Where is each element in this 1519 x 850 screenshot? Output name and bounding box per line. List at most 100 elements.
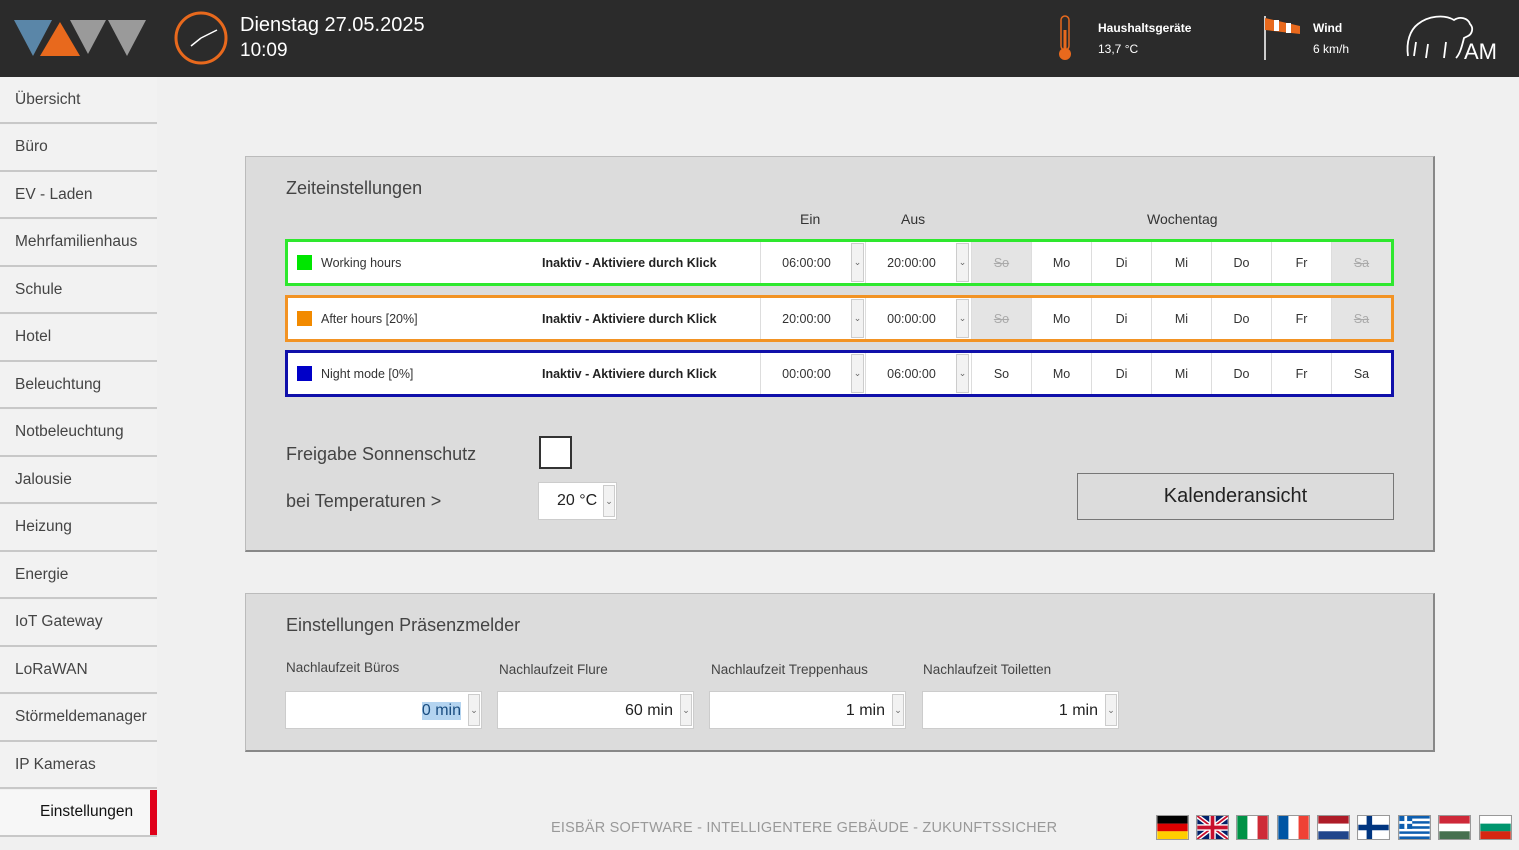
field-label-flure: Nachlaufzeit Flure xyxy=(499,662,608,677)
start-time-field[interactable]: 20:00:00 xyxy=(760,298,852,339)
color-swatch xyxy=(297,366,312,381)
column-header-wochentag: Wochentag xyxy=(1147,211,1218,227)
uk-flag-icon[interactable] xyxy=(1196,815,1229,840)
sunshade-label: Freigabe Sonnenschutz xyxy=(286,444,477,464)
day-toggle-so[interactable]: So xyxy=(971,353,1031,394)
temperature-label: bei Temperaturen > xyxy=(286,491,442,511)
sidebar-item-ev-laden[interactable]: EV - Laden xyxy=(0,172,157,219)
chevron-down-icon[interactable]: ⌄ xyxy=(468,694,480,726)
temperature-select[interactable]: 20 °C ⌄ xyxy=(538,482,617,520)
delay-select-toiletten[interactable]: 1 min ⌄ xyxy=(922,691,1119,729)
chevron-down-icon[interactable]: ⌄ xyxy=(851,299,864,338)
field-value: 60 min xyxy=(624,702,673,719)
day-toggle-mi[interactable]: Mi xyxy=(1151,298,1211,339)
day-toggle-so[interactable]: So xyxy=(971,298,1031,339)
sidebar-item-einstellungen[interactable]: Einstellungen xyxy=(0,789,157,837)
fr-flag-icon[interactable] xyxy=(1277,815,1310,840)
field-value: 1 min xyxy=(1058,702,1098,719)
delay-select-bueros[interactable]: 0 min ⌄ xyxy=(285,691,482,729)
sidebar-item-energie[interactable]: Energie xyxy=(0,552,157,599)
clock-icon xyxy=(174,11,228,65)
day-toggle-fr[interactable]: Fr xyxy=(1271,298,1331,339)
day-toggle-do[interactable]: Do xyxy=(1211,242,1271,283)
day-toggle-di[interactable]: Di xyxy=(1091,242,1151,283)
day-toggle-mi[interactable]: Mi xyxy=(1151,242,1211,283)
day-toggle-mi[interactable]: Mi xyxy=(1151,353,1211,394)
sidebar-item-schule[interactable]: Schule xyxy=(0,267,157,314)
schedule-status-toggle[interactable]: Inaktiv - Aktiviere durch Klick xyxy=(542,367,717,381)
bg-flag-icon[interactable] xyxy=(1479,815,1512,840)
presence-settings-panel: Einstellungen Präsenzmelder Nachlaufzeit… xyxy=(245,593,1435,752)
time-settings-panel: Zeiteinstellungen Ein Aus Wochentag Work… xyxy=(245,156,1435,552)
day-toggle-sa[interactable]: Sa xyxy=(1331,353,1391,394)
schedule-row-after-hours[interactable]: After hours [20%] Inaktiv - Aktiviere du… xyxy=(285,295,1394,342)
day-toggle-sa[interactable]: Sa xyxy=(1331,242,1391,283)
day-toggle-mo[interactable]: Mo xyxy=(1031,298,1091,339)
sidebar-item-lorawan[interactable]: LoRaWAN xyxy=(0,647,157,694)
day-toggle-do[interactable]: Do xyxy=(1211,298,1271,339)
sidebar-item-stoermeldemanager[interactable]: Störmeldemanager xyxy=(0,694,157,742)
chevron-down-icon[interactable]: ⌄ xyxy=(956,243,969,282)
chevron-down-icon[interactable]: ⌄ xyxy=(680,694,692,726)
sidebar-item-beleuchtung[interactable]: Beleuchtung xyxy=(0,362,157,409)
column-header-aus: Aus xyxy=(901,211,926,227)
chevron-down-icon[interactable]: ⌄ xyxy=(892,694,904,726)
schedule-row-night-mode[interactable]: Night mode [0%] Inaktiv - Aktiviere durc… xyxy=(285,350,1394,397)
sidebar-item-jalousie[interactable]: Jalousie xyxy=(0,457,157,504)
end-time-field[interactable]: 06:00:00 xyxy=(865,353,957,394)
weather-value-wind: 6 km/h xyxy=(1313,42,1350,56)
sidebar-item-ip-kameras[interactable]: IP Kameras xyxy=(0,742,157,789)
schedule-name: Working hours xyxy=(321,256,402,270)
delay-select-flure[interactable]: 60 min ⌄ xyxy=(497,691,694,729)
day-toggle-fr[interactable]: Fr xyxy=(1271,242,1331,283)
sidebar-item-notbeleuchtung[interactable]: Notbeleuchtung xyxy=(0,409,157,457)
day-toggle-fr[interactable]: Fr xyxy=(1271,353,1331,394)
day-toggle-sa[interactable]: Sa xyxy=(1331,298,1391,339)
sidebar-item-hotel[interactable]: Hotel xyxy=(0,314,157,362)
end-time-field[interactable]: 20:00:00 xyxy=(865,242,957,283)
day-toggle-mo[interactable]: Mo xyxy=(1031,242,1091,283)
start-time-field[interactable]: 00:00:00 xyxy=(760,353,852,394)
sidebar: Übersicht Büro EV - Laden Mehrfamilienha… xyxy=(0,77,157,850)
chevron-down-icon[interactable]: ⌄ xyxy=(1105,694,1117,726)
weather-label-wind: Wind xyxy=(1313,21,1343,35)
chevron-down-icon[interactable]: ⌄ xyxy=(603,485,615,517)
day-toggle-do[interactable]: Do xyxy=(1211,353,1271,394)
thermometer-icon xyxy=(1059,15,1071,60)
day-toggle-so[interactable]: So xyxy=(971,242,1031,283)
sidebar-item-heizung[interactable]: Heizung xyxy=(0,504,157,552)
calendar-view-button[interactable]: Kalenderansicht xyxy=(1077,473,1394,520)
delay-select-treppenhaus[interactable]: 1 min ⌄ xyxy=(709,691,906,729)
day-toggle-di[interactable]: Di xyxy=(1091,298,1151,339)
chevron-down-icon[interactable]: ⌄ xyxy=(956,354,969,393)
weather-value-temperature: 13,7 °C xyxy=(1098,42,1139,56)
fi-flag-icon[interactable] xyxy=(1357,815,1390,840)
sidebar-item-mehrfamilienhaus[interactable]: Mehrfamilienhaus xyxy=(0,219,157,267)
start-time-field[interactable]: 06:00:00 xyxy=(760,242,852,283)
nl-flag-icon[interactable] xyxy=(1317,815,1350,840)
de-flag-icon[interactable] xyxy=(1156,815,1189,840)
windsock-icon xyxy=(1264,16,1300,60)
end-time-field[interactable]: 00:00:00 xyxy=(865,298,957,339)
chevron-down-icon[interactable]: ⌄ xyxy=(851,354,864,393)
polar-bear-logo-icon: AM xyxy=(1406,15,1497,64)
sidebar-item-uebersicht[interactable]: Übersicht xyxy=(0,77,157,124)
sidebar-item-buero[interactable]: Büro xyxy=(0,124,157,172)
brand-text: AM xyxy=(1464,39,1497,64)
header-bar: Dienstag 27.05.2025 10:09 Haushaltsgerät… xyxy=(0,0,1519,77)
chevron-down-icon[interactable]: ⌄ xyxy=(956,299,969,338)
schedule-row-working-hours[interactable]: Working hours Inaktiv - Aktiviere durch … xyxy=(285,239,1394,286)
color-swatch xyxy=(297,311,312,326)
it-flag-icon[interactable] xyxy=(1236,815,1269,840)
gr-flag-icon[interactable] xyxy=(1398,815,1431,840)
sidebar-item-iot-gateway[interactable]: IoT Gateway xyxy=(0,599,157,647)
sunshade-checkbox[interactable] xyxy=(539,436,572,469)
schedule-status-toggle[interactable]: Inaktiv - Aktiviere durch Klick xyxy=(542,312,717,326)
chevron-down-icon[interactable]: ⌄ xyxy=(851,243,864,282)
day-toggle-mo[interactable]: Mo xyxy=(1031,353,1091,394)
schedule-status-toggle[interactable]: Inaktiv - Aktiviere durch Klick xyxy=(542,256,717,270)
hu-flag-icon[interactable] xyxy=(1438,815,1471,840)
day-toggle-di[interactable]: Di xyxy=(1091,353,1151,394)
color-swatch xyxy=(297,255,312,270)
schedule-name: Night mode [0%] xyxy=(321,367,414,381)
